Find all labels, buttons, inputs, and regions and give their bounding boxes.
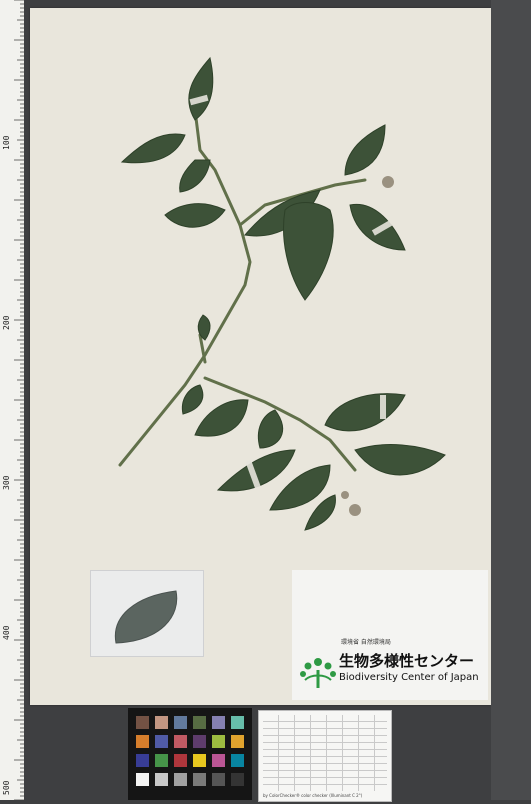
leaf-upper-left [179, 159, 211, 193]
leaf-lower-center [257, 409, 284, 449]
institution-label: 環境省 自然環境局 生物多様性センター Biodiversity Center … [292, 570, 488, 700]
color-reference-table: by ColorChecker® color checker (Illumina… [258, 710, 392, 802]
leaf-top [188, 56, 214, 121]
flower-cluster-1 [382, 176, 394, 188]
color-patch [155, 716, 168, 729]
color-patch [212, 735, 225, 748]
center-title-ja: 生物多様性センター [339, 652, 475, 670]
color-patch [193, 735, 206, 748]
color-patch [231, 773, 244, 786]
color-patch [193, 716, 206, 729]
tape-strip-3 [380, 395, 386, 419]
color-patch [155, 773, 168, 786]
leaf-lower-left [181, 384, 204, 415]
color-patch [155, 754, 168, 767]
color-patch [193, 754, 206, 767]
packet-leaf [114, 590, 178, 644]
leaf-lower-right [324, 393, 406, 432]
leaf-bottom-right [354, 444, 446, 476]
color-patch [193, 773, 206, 786]
color-patch [231, 735, 244, 748]
color-patch [174, 716, 187, 729]
color-patch [212, 754, 225, 767]
color-patch [174, 754, 187, 767]
leaf-right-upper [344, 124, 386, 176]
color-patch [155, 735, 168, 748]
color-patch [136, 735, 149, 748]
table-caption: by ColorChecker® color checker (Illumina… [263, 793, 363, 798]
leaf-top-left [120, 133, 186, 164]
color-patch [231, 754, 244, 767]
color-patch [136, 773, 149, 786]
flower-cluster-3 [341, 491, 349, 499]
logo-mark-icon [300, 658, 336, 688]
specimen-photo: 100 200 300 400 500 環境省 自然環境局 生物多様性センター … [0, 0, 531, 802]
color-patch [174, 773, 187, 786]
color-checker [128, 708, 252, 800]
ministry-text: 環境省 自然環境局 [341, 639, 391, 646]
color-patch [136, 716, 149, 729]
table-grid [263, 715, 387, 791]
color-patch [212, 773, 225, 786]
center-title-en: Biodiversity Center of Japan [339, 672, 479, 683]
leaf-mid-left [164, 203, 226, 228]
leaf-lower-mid [194, 399, 249, 437]
leaf-center-large [283, 202, 334, 301]
color-patch [136, 754, 149, 767]
flower-cluster-2 [349, 504, 361, 516]
color-patch [212, 716, 225, 729]
fragment-packet [90, 570, 204, 657]
color-patch [174, 735, 187, 748]
color-patch [231, 716, 244, 729]
